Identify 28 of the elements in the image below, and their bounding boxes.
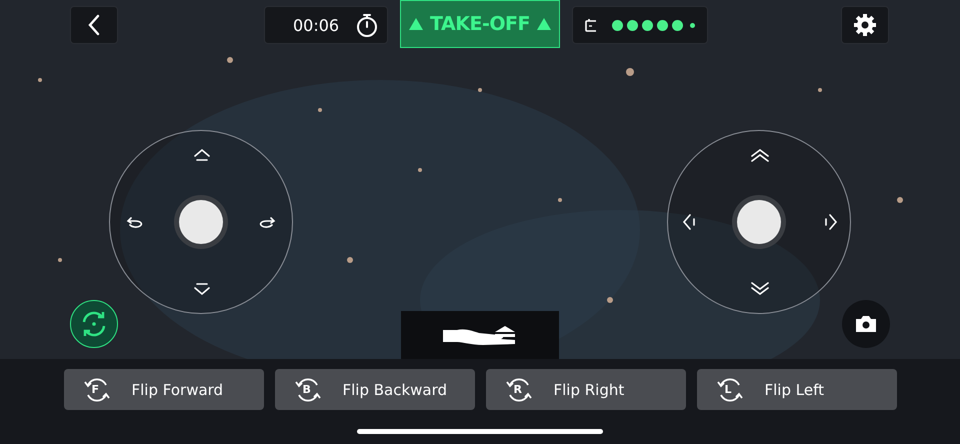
- flip-button[interactable]: F Flip Forward: [64, 369, 264, 410]
- flip-button[interactable]: B Flip Backward: [274, 369, 474, 410]
- down-caret-icon[interactable]: [193, 282, 211, 296]
- left-chevron-icon[interactable]: [682, 213, 698, 231]
- flip-button[interactable]: L Flip Left: [696, 369, 896, 410]
- flight-time: 00:06: [293, 16, 340, 34]
- takeoff-button[interactable]: TAKE-OFF: [400, 0, 560, 48]
- rotate-right-icon[interactable]: [257, 215, 277, 229]
- joystick-knob[interactable]: [737, 200, 781, 244]
- hand-launch-button[interactable]: [401, 311, 559, 359]
- up-triangle-icon: [536, 17, 552, 31]
- hand-icon: [443, 323, 517, 347]
- settings-icon: [853, 13, 877, 37]
- settings-button[interactable]: [841, 6, 889, 44]
- camera-icon: [855, 315, 877, 333]
- joystick-knob[interactable]: [179, 200, 223, 244]
- double-up-icon[interactable]: [750, 148, 770, 164]
- right-chevron-icon[interactable]: [822, 213, 838, 231]
- rotate-left-icon[interactable]: [125, 215, 145, 229]
- up-caret-icon[interactable]: [193, 148, 211, 162]
- flip-button[interactable]: R Flip Right: [486, 369, 686, 410]
- back-button[interactable]: [70, 6, 118, 44]
- double-down-icon[interactable]: [750, 280, 770, 296]
- up-triangle-icon: [408, 17, 424, 31]
- battery-icon: [585, 18, 596, 32]
- stopwatch-icon: [355, 12, 379, 38]
- back-icon: [87, 14, 101, 36]
- battery-dots-icon: [612, 20, 695, 30]
